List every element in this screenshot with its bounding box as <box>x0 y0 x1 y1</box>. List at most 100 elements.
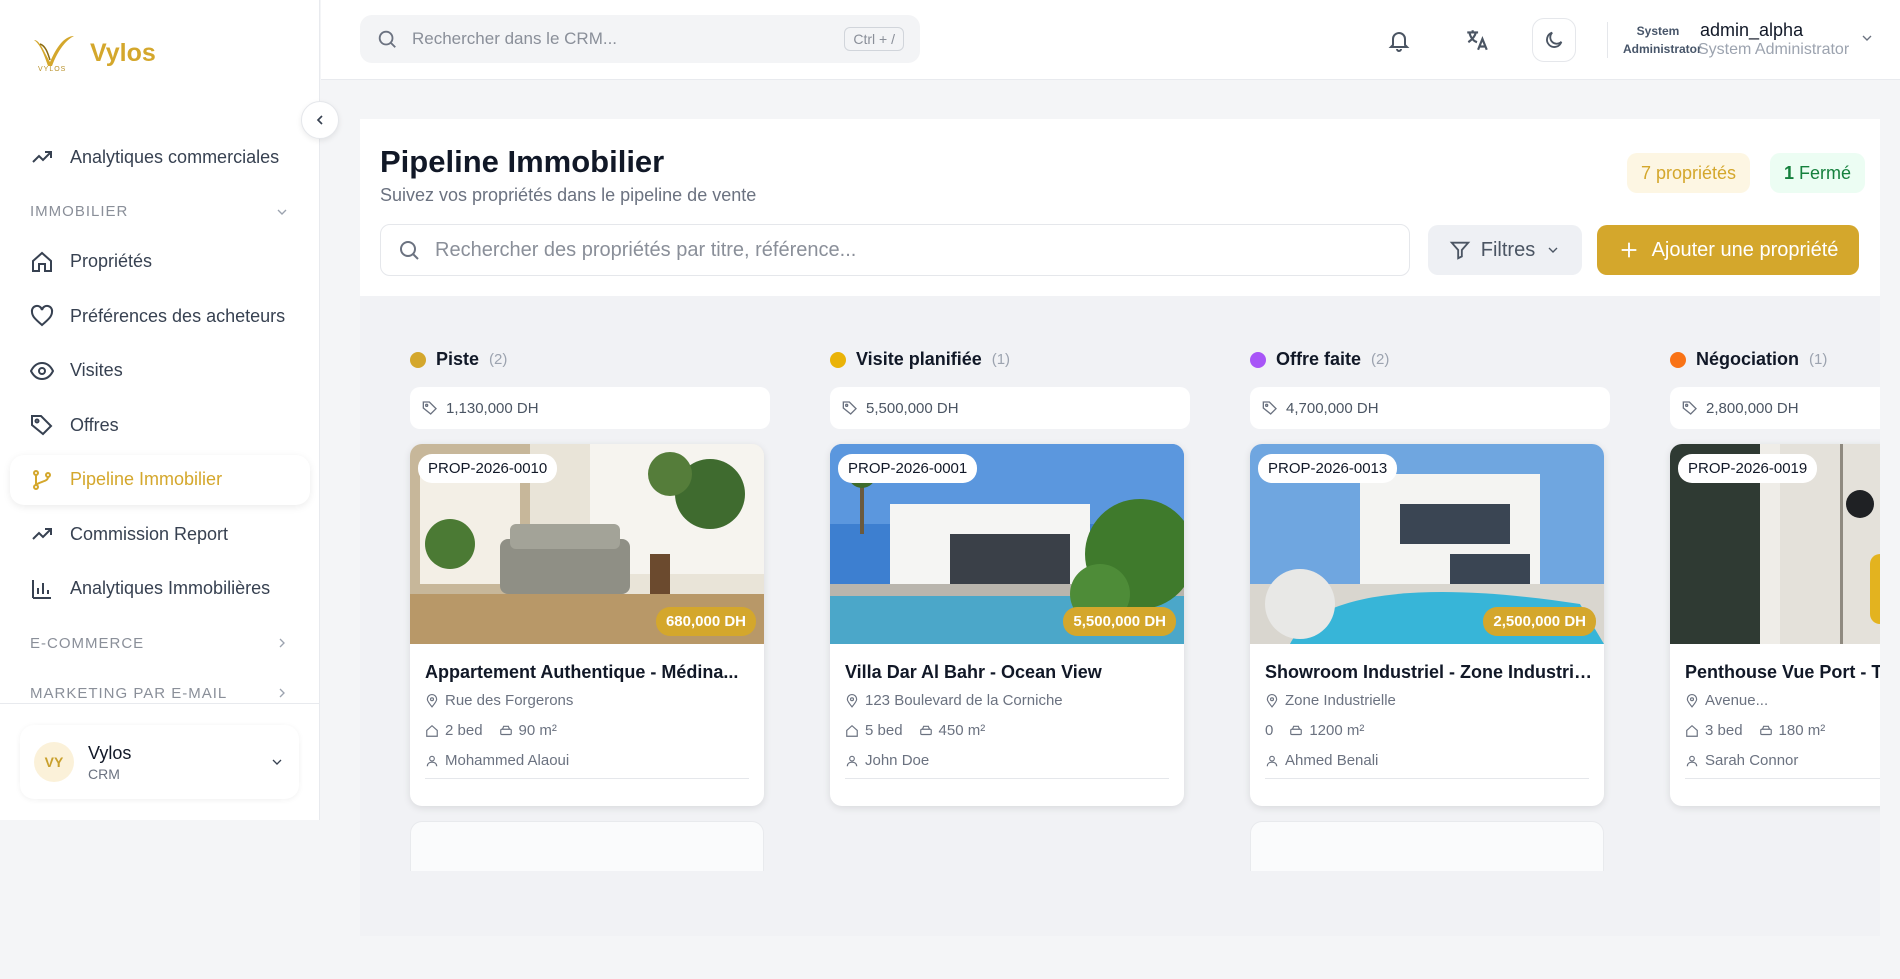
property-card[interactable]: PROP-2026-0013 2,500,000 DH Showroom Ind… <box>1250 444 1604 806</box>
property-title: Showroom Industriel - Zone Industrielle <box>1265 662 1595 682</box>
bell-icon <box>1388 32 1410 52</box>
org-switcher[interactable]: VY Vylos CRM <box>20 725 299 799</box>
org-name: Vylos <box>88 742 132 763</box>
user-icon <box>1686 755 1698 766</box>
card-divider <box>425 778 749 779</box>
sidebar-item-pipeline[interactable]: Pipeline Immobilier <box>10 454 310 505</box>
property-card-partial[interactable] <box>1250 821 1604 871</box>
user-name[interactable]: admin_alpha <box>1700 20 1803 41</box>
tag-icon <box>31 415 53 436</box>
property-agent-row: Ahmed Benali <box>1265 752 1378 769</box>
property-search-input[interactable]: Rechercher des propriétés par titre, réf… <box>380 224 1410 276</box>
theme-toggle-button[interactable] <box>1532 18 1576 62</box>
sidebar-section-marketing[interactable]: MARKETING PAR E-MAIL <box>10 668 310 718</box>
car-icon <box>499 725 512 735</box>
filters-label: Filtres <box>1480 238 1536 261</box>
sidebar-item-preferences[interactable]: Préférences des acheteurs <box>10 291 310 341</box>
sidebar-divider <box>0 703 320 704</box>
car-icon <box>919 725 932 735</box>
plus-icon <box>1621 242 1636 258</box>
add-property-label: Ajouter une propriété <box>1651 238 1839 261</box>
sidebar-item-label: Commission Report <box>70 523 229 544</box>
home-icon <box>426 724 438 737</box>
property-card[interactable]: PROP-2026-0010 680,000 DH Appartement Au… <box>410 444 764 806</box>
property-ref-badge: PROP-2026-0001 <box>838 454 978 483</box>
user-icon <box>846 755 858 766</box>
eye-icon <box>30 361 54 380</box>
tags-icon <box>842 401 857 415</box>
card-divider <box>845 778 1169 779</box>
property-area: 180 m² <box>1778 722 1826 739</box>
property-card-partial[interactable] <box>410 821 764 871</box>
sidebar-section-ecommerce[interactable]: E-COMMERCE <box>10 618 310 668</box>
translate-icon <box>1467 30 1488 51</box>
property-beds: 2 bed <box>445 722 483 739</box>
tags-icon <box>1262 401 1277 415</box>
column-header: Visite planifiée (1) <box>830 349 1010 370</box>
sidebar-collapse-button[interactable] <box>301 101 339 139</box>
column-total-value: 5,500,000 DH <box>866 399 959 417</box>
chevron-right-icon <box>279 638 285 648</box>
column-title: Offre faite <box>1276 349 1362 369</box>
pipeline-header: Pipeline Immobilier Suivez vos propriété… <box>360 119 1880 296</box>
car-icon <box>1759 725 1772 735</box>
vylos-logo-icon: VYLOS <box>30 32 78 74</box>
sidebar-item-label: Préférences des acheteurs <box>70 305 286 326</box>
add-property-button[interactable]: Ajouter une propriété <box>1597 225 1859 275</box>
property-title: Villa Dar Al Bahr - Ocean View <box>845 662 1102 682</box>
property-price-badge: 5,500,000 DH <box>1063 607 1176 636</box>
property-beds: 3 bed <box>1705 722 1743 739</box>
property-address: Zone Industrielle <box>1285 692 1396 709</box>
heart-icon <box>30 304 54 327</box>
user-role-small: System Administrator <box>1623 24 1702 56</box>
column-total-value: 1,130,000 DH <box>446 399 539 417</box>
property-card[interactable]: PROP-2026-0001 5,500,000 DH Villa Dar Al… <box>830 444 1184 806</box>
sidebar-item-label: Visites <box>70 360 123 380</box>
sidebar-item-offres[interactable]: Offres <box>10 400 310 450</box>
chevron-down-icon <box>277 209 287 215</box>
property-card[interactable]: PROP-2026-0019 Penthouse Vue Port - Tang… <box>1670 444 1880 806</box>
sidebar-item-commission-report[interactable]: Commission Report <box>10 509 310 559</box>
column-total: 1,130,000 DH <box>410 387 770 429</box>
car-icon <box>1290 725 1303 735</box>
property-agent: John Doe <box>865 752 930 769</box>
status-dot <box>830 351 846 368</box>
global-search-input[interactable]: Rechercher dans le CRM... Ctrl + / <box>360 15 920 63</box>
property-image: PROP-2026-0019 <box>1670 444 1880 644</box>
column-count: (2) <box>489 351 508 368</box>
chevron-down-icon[interactable] <box>1859 30 1875 46</box>
map-pin-icon <box>426 693 438 708</box>
sidebar-item-analytiques-commerciales[interactable]: Analytiques commerciales <box>10 132 310 182</box>
property-ref-badge: PROP-2026-0010 <box>418 454 558 483</box>
topbar: Rechercher dans le CRM... Ctrl + / Syste… <box>321 0 1900 80</box>
language-button[interactable] <box>1455 18 1499 62</box>
sidebar-item-analytiques-immobilieres[interactable]: Analytiques Immobilières <box>10 564 310 614</box>
user-icon <box>426 755 438 766</box>
chevron-down-icon <box>272 759 282 765</box>
property-address: Rue des Forgerons <box>445 692 574 709</box>
chevron-right-icon <box>279 688 285 698</box>
chevron-down-icon <box>1548 247 1558 253</box>
sidebar-item-proprietes[interactable]: Propriétés <box>10 237 310 287</box>
filter-icon <box>1449 241 1471 260</box>
home-icon <box>32 251 52 272</box>
property-image: PROP-2026-0013 2,500,000 DH <box>1250 444 1604 644</box>
sidebar-item-visites[interactable]: Visites <box>10 346 310 396</box>
brand-logo[interactable]: VYLOS Vylos <box>30 32 156 74</box>
status-dot <box>410 351 426 368</box>
home-icon <box>846 724 858 737</box>
property-address-row: 123 Boulevard de la Corniche <box>845 692 1063 709</box>
bar-chart-icon <box>32 579 51 599</box>
column-total: 4,700,000 DH <box>1250 387 1610 429</box>
section-label: MARKETING PAR E-MAIL <box>30 684 228 702</box>
property-agent-row: Sarah Connor <box>1685 752 1798 769</box>
section-label: IMMOBILIER <box>30 203 129 220</box>
property-area: 450 m² <box>938 722 986 739</box>
property-specs-row: 3 bed 180 m² <box>1685 722 1825 739</box>
sidebar-section-immobilier[interactable]: IMMOBILIER <box>10 187 310 237</box>
notifications-button[interactable] <box>1377 18 1421 62</box>
page-subtitle: Suivez vos propriétés dans le pipeline d… <box>380 185 757 205</box>
property-address-row: Rue des Forgerons <box>425 692 573 709</box>
property-search-placeholder: Rechercher des propriétés par titre, réf… <box>435 238 857 261</box>
filters-button[interactable]: Filtres <box>1428 225 1582 275</box>
